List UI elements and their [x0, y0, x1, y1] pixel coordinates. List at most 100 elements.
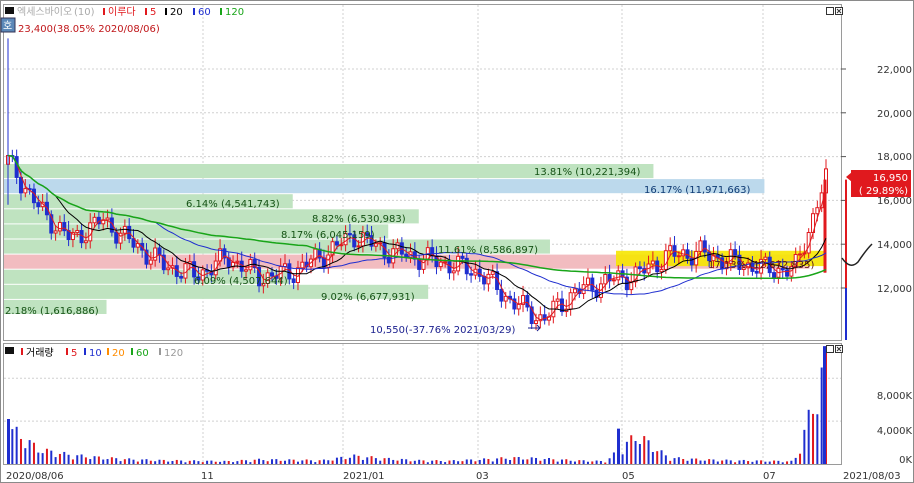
legend-swatch: [21, 348, 23, 355]
volume-panel-frame: [3, 343, 842, 465]
y-tick-label: 12,000: [877, 284, 912, 295]
volume-bar: [634, 441, 637, 464]
volume-bar: [271, 459, 274, 464]
chart-canvas: 엑세스바이오 (10) 이루다 5 20 60 120 호 23,400(38.…: [0, 0, 914, 483]
volume-bar: [396, 460, 399, 464]
candle-body: [477, 268, 482, 277]
vol-ma-20: 20: [112, 348, 125, 359]
volume-bar: [604, 462, 607, 464]
candle-body: [88, 222, 93, 242]
legend-swatch: [66, 348, 68, 355]
volume-bar: [630, 435, 633, 464]
volume-bar: [253, 459, 256, 464]
volume-bar: [509, 459, 512, 464]
volume-bar: [812, 413, 815, 464]
maximize-icon[interactable]: [826, 345, 834, 353]
volume-bar: [686, 460, 689, 464]
volume-bar: [374, 458, 377, 464]
candle-body: [698, 240, 703, 252]
volume-bar: [331, 460, 334, 464]
vp-label: 8.82% (6,530,983): [312, 214, 406, 225]
candle-body: [469, 273, 474, 276]
volume-bar: [262, 460, 265, 464]
x-end-label: 2021/08/03: [843, 471, 901, 482]
volume-bar: [612, 452, 615, 464]
volume-bar: [45, 448, 48, 464]
volume-bar: [647, 440, 650, 464]
volume-bar: [245, 460, 248, 464]
volume-bar: [275, 459, 278, 464]
volume-bar: [487, 458, 490, 464]
volume-bar: [141, 459, 144, 464]
volume-bar: [54, 457, 57, 464]
vp-label: 13.81% (10,221,394): [534, 167, 640, 178]
volume-bar: [63, 451, 66, 464]
volume-bar: [435, 460, 438, 464]
candle-body: [616, 270, 621, 281]
volume-bar: [803, 429, 806, 464]
legend-swatch: [103, 8, 105, 15]
volume-bar: [452, 460, 455, 464]
volume-bar: [513, 457, 516, 464]
volume-bar: [50, 450, 53, 464]
maximize-icon[interactable]: [826, 7, 834, 15]
volume-bar: [80, 454, 83, 464]
volume-bar: [283, 460, 286, 464]
volume-bar: [370, 456, 373, 464]
volume-bar: [344, 459, 347, 464]
volume-bar: [522, 459, 525, 464]
volume-bar: [669, 460, 672, 464]
volume-bar: [621, 454, 624, 464]
volume-bar: [470, 459, 473, 464]
volume-bar: [227, 460, 230, 464]
volume-bar: [123, 459, 126, 464]
candle-body: [148, 259, 153, 265]
volume-bar: [89, 459, 92, 464]
volume-bar: [405, 459, 408, 464]
volume-bar: [11, 429, 14, 464]
candle-body: [114, 231, 119, 244]
candle-body: [153, 247, 158, 261]
vp-label: 6.09% (4,507,644): [194, 276, 288, 287]
volume-bar: [37, 452, 40, 464]
volume-bar: [738, 460, 741, 464]
panel-marker-icon: [5, 347, 14, 354]
side-tab-label: 호: [3, 20, 12, 32]
candle-body: [603, 273, 608, 285]
volume-bar: [128, 458, 131, 464]
period-label: (10): [74, 7, 95, 18]
volume-bar: [751, 461, 754, 464]
volume-bar: [67, 454, 70, 464]
candle-body: [516, 303, 521, 310]
volume-bar: [279, 460, 282, 464]
y-tick-label: 14,000: [877, 240, 912, 251]
volume-bar: [335, 457, 338, 464]
volume-bar: [58, 453, 61, 464]
current-price: 16,950: [873, 173, 908, 184]
candle-body: [62, 222, 67, 232]
legend-ma-60: 60: [198, 7, 211, 18]
volume-bar: [703, 460, 706, 464]
vol-ma-10: 10: [89, 348, 102, 359]
low-price-note: 10,550(-37.76% 2021/03/29): [370, 325, 515, 336]
vp-label: 2.18% (1,616,886): [5, 306, 99, 317]
candle-body: [356, 245, 361, 248]
volume-bar: [383, 458, 386, 464]
candle-body: [23, 188, 28, 194]
volume-bar: [695, 458, 698, 464]
volume-bar: [799, 453, 802, 464]
candle-body: [681, 249, 686, 257]
volume-bar: [682, 459, 685, 464]
vp-label: 6.14% (4,541,743): [186, 199, 280, 210]
volume-bar: [305, 459, 308, 464]
volume-bar: [539, 460, 542, 464]
volume-bar: [660, 450, 663, 464]
volume-bar: [742, 459, 745, 464]
volume-bar: [643, 436, 646, 464]
legend-ma-5: 5: [150, 7, 156, 18]
volume-bar: [747, 461, 750, 464]
side-tab[interactable]: 호: [0, 17, 16, 33]
volume-bar: [651, 452, 654, 464]
volume-bar: [348, 457, 351, 464]
volume-bar: [171, 460, 174, 464]
